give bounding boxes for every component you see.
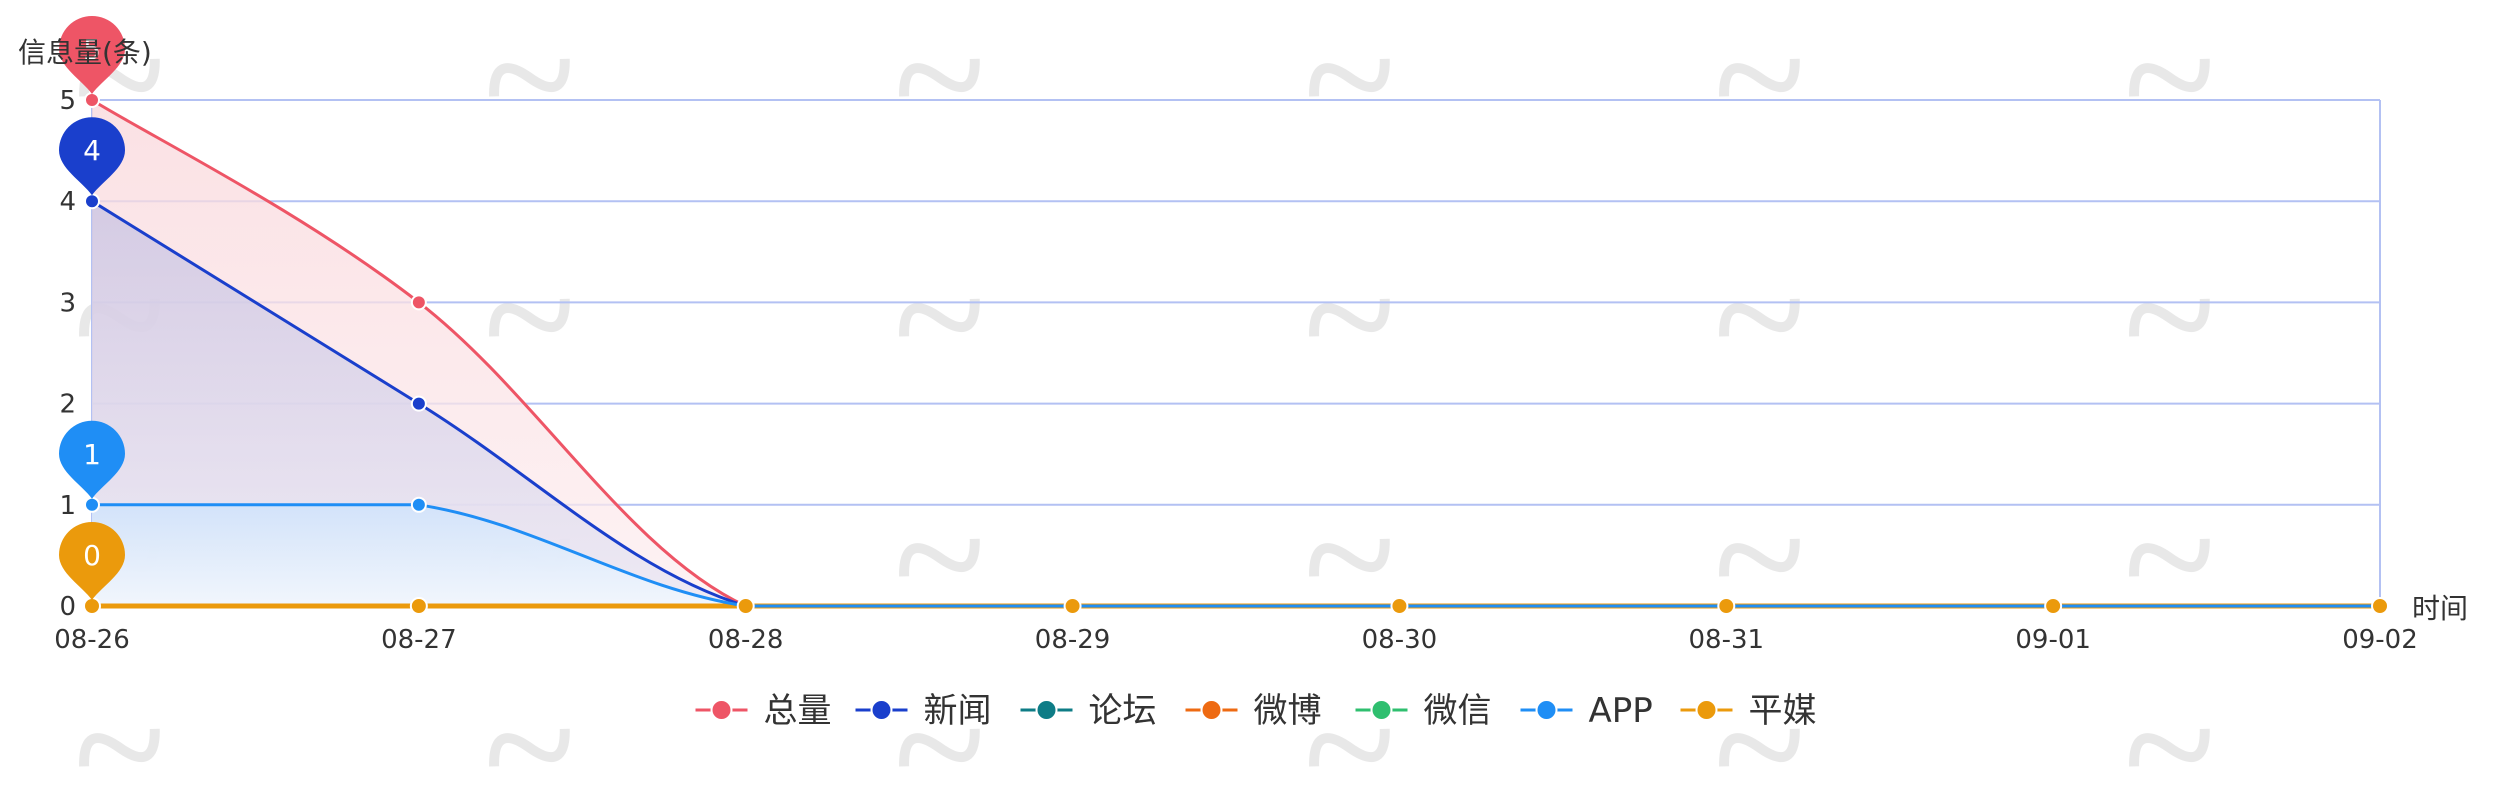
x-tick-label: 08-26 <box>54 625 130 655</box>
watermark-logo <box>79 728 160 767</box>
data-point[interactable] <box>83 597 101 615</box>
watermark-logo <box>489 58 570 97</box>
watermark <box>899 58 980 97</box>
data-point[interactable] <box>1390 597 1409 615</box>
watermark-logo <box>1309 58 1390 97</box>
y-tick-label: 1 <box>59 491 76 521</box>
x-tick-label: 08-27 <box>381 625 457 655</box>
y-tick-label: 5 <box>59 86 76 116</box>
x-axis-label: 时间 <box>2412 592 2468 625</box>
y-tick-label: 2 <box>59 390 76 420</box>
watermark-logo <box>1309 538 1390 577</box>
legend-marker <box>1200 699 1223 721</box>
data-point[interactable] <box>2044 597 2063 615</box>
legend-item[interactable]: 新闻 <box>855 691 992 731</box>
watermark-logo <box>1309 298 1390 337</box>
watermark-logo <box>489 728 570 767</box>
x-tick-label: 09-02 <box>2342 625 2418 655</box>
pin-value-label: 1 <box>83 438 101 471</box>
legend-item[interactable]: 总量 <box>695 691 832 731</box>
legend-marker <box>1370 699 1393 721</box>
legend-marker <box>1535 699 1558 721</box>
data-point[interactable] <box>409 597 428 615</box>
legend-label: 总量 <box>764 691 832 731</box>
data-point[interactable] <box>410 294 427 311</box>
watermark <box>899 538 980 577</box>
watermark-logo <box>1719 298 1800 337</box>
watermark <box>1309 58 1390 97</box>
watermark-logo <box>1719 538 1800 577</box>
data-point[interactable] <box>736 597 755 615</box>
line-chart: 5410 012345 08-26 08-27 08-28 08-29 08-30 08-… <box>18 16 2468 767</box>
watermark <box>2129 728 2210 767</box>
legend-item[interactable]: APP <box>1520 691 1653 731</box>
watermark <box>2129 298 2210 337</box>
legend-item[interactable]: 微博 <box>1185 691 1322 731</box>
watermark <box>899 298 980 337</box>
legend-item[interactable]: 论坛 <box>1020 691 1157 731</box>
watermark-logo <box>899 58 980 97</box>
watermark-logo <box>2129 298 2210 337</box>
watermark <box>489 58 570 97</box>
area-layer <box>92 100 2380 606</box>
data-point[interactable] <box>2371 597 2389 615</box>
watermark-logo <box>899 298 980 337</box>
legend-item[interactable]: 平媒 <box>1680 691 1817 731</box>
legend-marker <box>1035 699 1058 721</box>
legend-marker <box>710 699 733 721</box>
watermark <box>1309 538 1390 577</box>
pin-value-label: 0 <box>83 539 101 572</box>
data-point[interactable] <box>410 395 427 412</box>
watermark <box>1719 538 1800 577</box>
legend-label: 新闻 <box>924 691 992 731</box>
x-tick-label: 09-01 <box>2015 625 2091 655</box>
legend-label: 平媒 <box>1749 691 1817 731</box>
data-point[interactable] <box>84 496 100 513</box>
series-area-5 <box>92 504 2380 606</box>
watermark <box>1719 298 1800 337</box>
legend-label: APP <box>1589 691 1653 731</box>
x-axis-ticks: 08-26 08-27 08-28 08-29 08-30 08-31 09-01 09-02 <box>54 625 2418 655</box>
legend-item[interactable]: 微信 <box>1355 691 1492 731</box>
watermark <box>489 728 570 767</box>
data-point[interactable] <box>1717 597 1736 615</box>
legend: 总量 新闻 论坛 微博 微信 APP 平媒 <box>695 691 1817 731</box>
data-point[interactable] <box>84 92 100 108</box>
y-axis-label: 信息量(条) <box>18 36 152 69</box>
watermark <box>489 298 570 337</box>
watermark <box>1719 58 1800 97</box>
data-point[interactable] <box>84 193 100 210</box>
watermark <box>2129 58 2210 97</box>
legend-marker <box>870 699 893 721</box>
watermark-logo <box>2129 58 2210 97</box>
watermark <box>79 728 160 767</box>
legend-label: 论坛 <box>1089 691 1157 731</box>
pin-value-label: 4 <box>83 134 101 167</box>
watermark-logo <box>2129 538 2210 577</box>
x-tick-label: 08-29 <box>1035 625 1111 655</box>
watermark-logo <box>2129 728 2210 767</box>
watermark-logo <box>899 538 980 577</box>
data-point[interactable] <box>1063 597 1082 615</box>
x-tick-label: 08-28 <box>708 625 784 655</box>
watermark <box>2129 538 2210 577</box>
y-tick-label: 0 <box>59 592 76 622</box>
legend-label: 微博 <box>1254 691 1322 731</box>
y-tick-label: 3 <box>59 288 76 318</box>
chart-container: 5410 012345 08-26 08-27 08-28 08-29 08-30 08-… <box>0 0 2520 800</box>
data-point[interactable] <box>410 496 427 513</box>
watermark-logo <box>1719 58 1800 97</box>
legend-label: 微信 <box>1424 691 1492 731</box>
x-tick-label: 08-30 <box>1362 625 1438 655</box>
watermark <box>1309 298 1390 337</box>
legend-marker <box>1695 699 1718 721</box>
watermark-logo <box>489 298 570 337</box>
y-tick-label: 4 <box>59 187 76 217</box>
x-tick-label: 08-31 <box>1689 625 1765 655</box>
